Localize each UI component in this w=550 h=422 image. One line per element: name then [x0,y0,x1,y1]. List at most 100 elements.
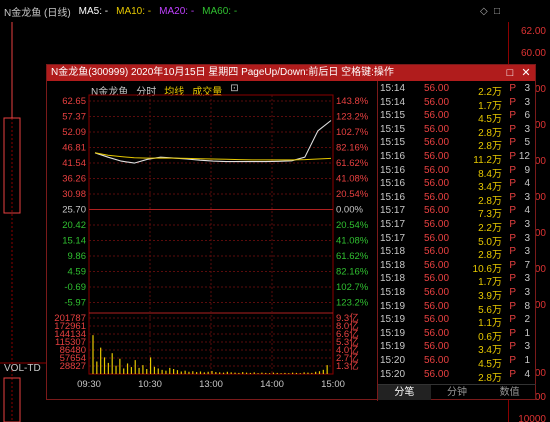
tick-price: 56.00 [424,300,450,312]
tick-price: 56.00 [424,205,450,217]
tick-row: 15:19 56.00 3.4万 P 3 [378,341,536,356]
tick-time: 15:19 [380,300,406,312]
tick-row: 15:20 56.00 4.5万 P 1 [378,355,536,370]
tab-values[interactable]: 数值 [483,385,536,400]
volume-tick-label: 28827 [60,361,86,372]
tick-direction: P [509,96,516,108]
tick-direction: P [509,341,516,353]
tab-ticks[interactable]: 分笔 [378,385,431,400]
close-icon[interactable]: ✕ [519,65,533,81]
time-tick-label: 10:30 [138,379,162,390]
tick-price: 56.00 [424,355,450,366]
tick-price: 56.00 [424,327,450,339]
tick-row: 15:15 56.00 4.5万 P 6 [378,110,536,125]
maximize-icon[interactable]: □ [503,65,517,81]
tick-time: 15:18 [380,246,406,258]
tick-price: 56.00 [424,83,450,94]
tick-count: 3 [524,191,530,203]
tick-price: 56.00 [424,259,450,271]
tick-count: 4 [524,368,530,380]
tick-row: 15:19 56.00 1.1万 P 2 [378,314,536,329]
tick-row: 15:17 56.00 5.0万 P 3 [378,232,536,248]
tick-direction: P [509,151,516,162]
tick-count: 1 [524,355,530,366]
price-line [94,120,332,164]
tick-row: 15:18 56.00 10.6万 P 7 [378,259,536,275]
tick-count: 3 [524,96,530,108]
tick-direction: P [509,273,516,285]
time-tick-label: 13:00 [199,379,223,390]
tick-time: 15:16 [380,178,406,190]
tab-minutes[interactable]: 分钟 [431,385,484,400]
tick-count: 2 [524,314,530,326]
tick-direction: P [509,164,516,176]
price-tick-label: 15.14 [62,236,86,247]
price-tick-label: 25.70 [62,205,86,216]
pct-tick-label: 61.62% [336,158,369,169]
tick-count: 6 [524,110,530,122]
tick-count: 3 [524,83,530,94]
tick-price: 56.00 [424,178,450,190]
tick-count: 5 [524,137,530,149]
tick-price: 56.00 [424,273,450,285]
tick-price: 56.00 [424,96,450,108]
tick-time: 15:15 [380,110,406,122]
price-tick-label: -0.69 [64,282,86,293]
intraday-chart-area: N金龙鱼 分时 均线 成交量 ⊡ 62.65 143.8% 57.37 123.2% 5… [47,81,377,401]
tick-direction: P [509,327,516,339]
amount-tick-label: 1.3亿 [336,360,359,372]
tick-count: 9 [524,164,530,176]
daily-tick: 62.00 [520,26,546,37]
tick-count: 3 [524,246,530,258]
price-tick-label: 4.59 [68,267,87,278]
tick-count: 3 [524,341,530,353]
pct-tick-label: 102.7% [336,282,369,293]
tick-direction: P [509,219,516,230]
price-tick-label: 57.37 [62,112,86,123]
pct-tick-label: 143.8% [336,96,369,107]
pct-tick-label: 102.7% [336,127,369,138]
time-tick-label: 09:30 [77,379,101,390]
tick-time: 15:17 [380,205,406,217]
tick-price: 56.00 [424,341,450,353]
time-tick-label: 15:00 [321,379,345,390]
tick-time: 15:14 [380,96,406,108]
tick-row: 15:17 56.00 2.2万 P 3 [378,219,536,234]
tick-direction: P [509,300,516,312]
tick-direction: P [509,259,516,271]
tick-count: 12 [518,151,530,162]
pct-tick-label: 41.08% [336,236,369,247]
tick-time: 15:19 [380,327,406,339]
tick-count: 1 [524,327,530,339]
tick-count: 3 [524,287,530,298]
tick-direction: P [509,191,516,203]
tick-row: 15:14 56.00 1.7万 P 3 [378,96,536,112]
pct-tick-label: 20.54% [336,189,369,200]
tick-time: 15:17 [380,219,406,230]
tick-price: 56.00 [424,151,450,162]
tick-direction: P [509,137,516,149]
price-tick-label: 36.26 [62,174,86,185]
time-tick-label: 14:00 [260,379,284,390]
tick-count: 3 [524,273,530,285]
tick-price: 56.00 [424,110,450,122]
tick-row: 15:20 56.00 2.8万 P 4 [378,368,536,384]
tick-price: 56.00 [424,137,450,149]
tick-price: 56.00 [424,191,450,203]
average-line [94,152,332,161]
tick-row: 15:18 56.00 1.7万 P 3 [378,273,536,288]
intraday-popup-window: N金龙鱼(300999) 2020年10月15日 星期四 PageUp/Down… [46,64,536,401]
tick-time: 15:17 [380,232,406,244]
tick-row: 15:15 56.00 2.8万 P 5 [378,137,536,152]
pct-tick-label: 20.54% [336,220,369,231]
tick-count: 3 [524,232,530,244]
tick-direction: P [509,314,516,326]
volume-indicator-label[interactable]: VOL-TD [4,363,41,374]
daily-tick: 60.00 [520,48,546,59]
tick-time: 15:18 [380,259,406,271]
tick-direction: P [509,110,516,122]
pct-tick-label: 0.00% [336,205,363,216]
popup-title: N金龙鱼(300999) 2020年10月15日 星期四 PageUp/Down… [51,67,394,78]
popup-title-bar[interactable]: N金龙鱼(300999) 2020年10月15日 星期四 PageUp/Down… [47,65,535,81]
tick-row: 15:16 56.00 8.4万 P 9 [378,164,536,180]
